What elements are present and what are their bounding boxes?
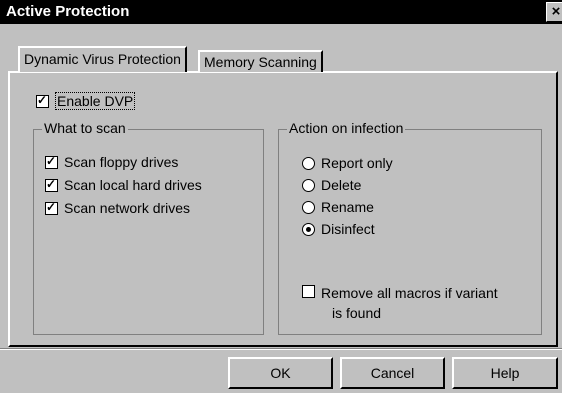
tab-dynamic-virus-protection[interactable]: Dynamic Virus Protection bbox=[18, 46, 187, 72]
checkbox-box: ✓ bbox=[45, 176, 58, 192]
disinfect-label: Disinfect bbox=[321, 221, 375, 237]
radio-dot-icon bbox=[306, 226, 311, 232]
check-mark-icon: ✓ bbox=[37, 92, 48, 107]
rename-label: Rename bbox=[321, 199, 374, 215]
radio-circle bbox=[302, 156, 315, 170]
radio-circle bbox=[302, 178, 315, 192]
check-mark-icon: ✓ bbox=[46, 153, 57, 168]
scan-floppy-checkbox[interactable]: ✓ Scan floppy drives bbox=[45, 154, 178, 170]
scan-local-checkbox[interactable]: ✓ Scan local hard drives bbox=[45, 177, 202, 193]
radio-rename[interactable]: Rename bbox=[302, 199, 374, 215]
radio-circle bbox=[302, 222, 315, 236]
scan-network-checkbox[interactable]: ✓ Scan network drives bbox=[45, 200, 190, 216]
enable-dvp-checkbox[interactable]: ✓ Enable DVP bbox=[36, 92, 136, 110]
scan-network-label: Scan network drives bbox=[64, 200, 191, 216]
checkbox-box bbox=[302, 285, 315, 298]
remove-macros-checkbox[interactable]: Remove all macros if variant is found bbox=[302, 283, 498, 323]
radio-report-only[interactable]: Report only bbox=[302, 155, 393, 171]
scan-floppy-label: Scan floppy drives bbox=[64, 154, 179, 170]
scan-local-label: Scan local hard drives bbox=[64, 177, 202, 193]
cancel-button[interactable]: Cancel bbox=[340, 357, 445, 389]
action-on-infection-legend: Action on infection bbox=[287, 120, 406, 136]
remove-macros-text: Remove all macros if variant is found bbox=[321, 283, 498, 323]
checkbox-box: ✓ bbox=[45, 153, 58, 169]
enable-dvp-label: Enable DVP bbox=[55, 92, 136, 110]
remove-macros-label-line1: Remove all macros if variant bbox=[321, 285, 498, 301]
divider bbox=[0, 348, 562, 350]
tab-memory-scanning[interactable]: Memory Scanning bbox=[198, 50, 323, 72]
title-bar: Active Protection × bbox=[0, 0, 562, 24]
remove-macros-label-line2: is found bbox=[332, 305, 382, 321]
check-mark-icon: ✓ bbox=[46, 199, 57, 214]
radio-disinfect[interactable]: Disinfect bbox=[302, 221, 375, 237]
ok-button[interactable]: OK bbox=[228, 357, 333, 389]
delete-label: Delete bbox=[321, 177, 362, 193]
radio-circle bbox=[302, 200, 315, 214]
report-only-label: Report only bbox=[321, 155, 393, 171]
radio-delete[interactable]: Delete bbox=[302, 177, 361, 193]
check-mark-icon: ✓ bbox=[46, 176, 57, 191]
checkbox-box: ✓ bbox=[36, 92, 49, 108]
close-icon[interactable]: × bbox=[546, 2, 562, 22]
window-title: Active Protection bbox=[6, 3, 130, 20]
what-to-scan-legend: What to scan bbox=[42, 120, 128, 136]
checkbox-box: ✓ bbox=[45, 199, 58, 215]
help-button[interactable]: Help bbox=[452, 357, 558, 389]
